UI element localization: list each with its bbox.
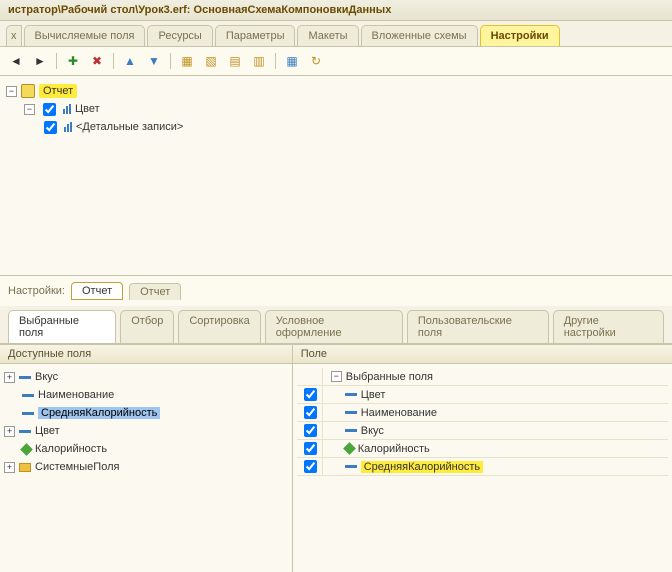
subtab-sort[interactable]: Сортировка — [178, 310, 260, 343]
field-label: Калорийность — [35, 443, 107, 455]
btn-forward[interactable]: ► — [30, 51, 50, 71]
tab-nested-schemas[interactable]: Вложенные схемы — [361, 25, 478, 46]
expander-icon[interactable]: − — [6, 86, 17, 97]
field-checkbox[interactable] — [304, 388, 317, 401]
table-row[interactable]: Вкус — [297, 422, 668, 440]
btn-tool1[interactable]: ▦ — [177, 51, 197, 71]
tree-level2-row[interactable]: <Детальные записи> — [6, 118, 666, 136]
tree-root-row[interactable]: − Отчет — [6, 82, 666, 100]
tab-parameters[interactable]: Параметры — [215, 25, 296, 46]
tab-settings[interactable]: Настройки — [480, 25, 560, 46]
btn-back[interactable]: ◄ — [6, 51, 26, 71]
bars-icon — [64, 122, 72, 132]
expander-icon[interactable]: − — [24, 104, 35, 115]
subtab-user-fields[interactable]: Пользовательские поля — [407, 310, 549, 343]
field-label-highlighted: СредняяКалорийность — [361, 461, 483, 473]
field-icon — [345, 411, 357, 414]
btn-refresh[interactable]: ↻ — [306, 51, 326, 71]
available-fields-column: Доступные поля + Вкус Наименование Средн… — [0, 345, 293, 572]
list-item[interactable]: Наименование — [4, 386, 288, 404]
btn-add[interactable]: ✚ — [63, 51, 83, 71]
field-icon — [345, 465, 357, 468]
btn-tool2[interactable]: ▧ — [201, 51, 221, 71]
field-icon — [22, 412, 34, 415]
available-fields-header: Доступные поля — [0, 345, 292, 364]
tree-checkbox[interactable] — [43, 103, 56, 116]
list-item[interactable]: + СистемныеПоля — [4, 458, 288, 476]
table-row[interactable]: СредняяКалорийность — [297, 458, 668, 476]
field-label: Калорийность — [358, 443, 430, 455]
field-icon — [345, 393, 357, 396]
list-item[interactable]: Калорийность — [4, 440, 288, 458]
field-label: Вкус — [35, 371, 58, 383]
tree-level1-label: Цвет — [75, 103, 100, 115]
btn-tool4[interactable]: ▥ — [249, 51, 269, 71]
report-icon — [21, 84, 35, 98]
btn-up[interactable]: ▲ — [120, 51, 140, 71]
field-label: Наименование — [38, 389, 114, 401]
settings-breadcrumb: Настройки: Отчет Отчет — [0, 276, 672, 306]
field-checkbox[interactable] — [304, 460, 317, 473]
toolbar: ◄ ► ✚ ✖ ▲ ▼ ▦ ▧ ▤ ▥ ▦ ↻ — [0, 47, 672, 76]
list-item[interactable]: + Цвет — [4, 422, 288, 440]
settings-label: Настройки: — [8, 285, 65, 297]
btn-preview[interactable]: ▦ — [282, 51, 302, 71]
tab-computed-fields[interactable]: Вычисляемые поля — [24, 25, 146, 46]
expander-icon[interactable]: + — [4, 462, 15, 473]
group-label: Выбранные поля — [346, 371, 433, 383]
settings-sub-tabs: Выбранные поля Отбор Сортировка Условное… — [0, 306, 672, 344]
btn-down[interactable]: ▼ — [144, 51, 164, 71]
field-icon — [22, 394, 34, 397]
table-row[interactable]: Калорийность — [297, 440, 668, 458]
selected-fields-body: − Выбранные поля Цвет Наименование — [293, 364, 672, 572]
main-tabs: х Вычисляемые поля Ресурсы Параметры Мак… — [0, 21, 672, 47]
tree-root-label: Отчет — [39, 84, 77, 98]
subtab-filter[interactable]: Отбор — [120, 310, 174, 343]
selected-fields-column: Поле − Выбранные поля Цвет — [293, 345, 672, 572]
field-checkbox[interactable] — [304, 424, 317, 437]
btn-delete[interactable]: ✖ — [87, 51, 107, 71]
table-row[interactable]: Наименование — [297, 404, 668, 422]
folder-icon — [19, 463, 31, 472]
selected-fields-header: Поле — [293, 345, 672, 364]
subtab-conditional[interactable]: Условное оформление — [265, 310, 403, 343]
field-label: Вкус — [361, 425, 384, 437]
tree-level2-label: <Детальные записи> — [76, 121, 183, 133]
field-icon — [19, 376, 31, 379]
field-label: СистемныеПоля — [35, 461, 119, 473]
tab-resources[interactable]: Ресурсы — [147, 25, 212, 46]
cube-icon — [343, 442, 356, 455]
field-label-selected: СредняяКалорийность — [38, 407, 160, 419]
fields-grid: Доступные поля + Вкус Наименование Средн… — [0, 344, 672, 572]
field-checkbox[interactable] — [304, 442, 317, 455]
expander-icon[interactable]: + — [4, 426, 15, 437]
tab-stub[interactable]: х — [6, 25, 22, 46]
field-label: Наименование — [361, 407, 437, 419]
field-icon — [345, 429, 357, 432]
expander-icon[interactable]: + — [4, 372, 15, 383]
table-row[interactable]: Цвет — [297, 386, 668, 404]
settings-tab-report[interactable]: Отчет — [129, 283, 181, 300]
window-title: истратор\Рабочий стол\Урок3.erf: Основна… — [0, 0, 672, 21]
field-label: Цвет — [35, 425, 60, 437]
report-tree-panel: − Отчет − Цвет <Детальные записи> — [0, 76, 672, 276]
tree-level1-row[interactable]: − Цвет — [6, 100, 666, 118]
subtab-selected-fields[interactable]: Выбранные поля — [8, 310, 116, 343]
available-fields-body: + Вкус Наименование СредняяКалорийность … — [0, 364, 292, 572]
field-icon — [19, 430, 31, 433]
table-row[interactable]: − Выбранные поля — [297, 368, 668, 386]
tab-layouts[interactable]: Макеты — [297, 25, 358, 46]
list-item[interactable]: + Вкус — [4, 368, 288, 386]
tree-checkbox[interactable] — [44, 121, 57, 134]
field-label: Цвет — [361, 389, 386, 401]
cube-icon — [20, 443, 33, 456]
expander-icon[interactable]: − — [331, 371, 342, 382]
field-checkbox[interactable] — [304, 406, 317, 419]
bars-icon — [63, 104, 71, 114]
subtab-other[interactable]: Другие настройки — [553, 310, 664, 343]
settings-tab-report-active[interactable]: Отчет — [71, 282, 123, 300]
list-item[interactable]: СредняяКалорийность — [4, 404, 288, 422]
btn-tool3[interactable]: ▤ — [225, 51, 245, 71]
